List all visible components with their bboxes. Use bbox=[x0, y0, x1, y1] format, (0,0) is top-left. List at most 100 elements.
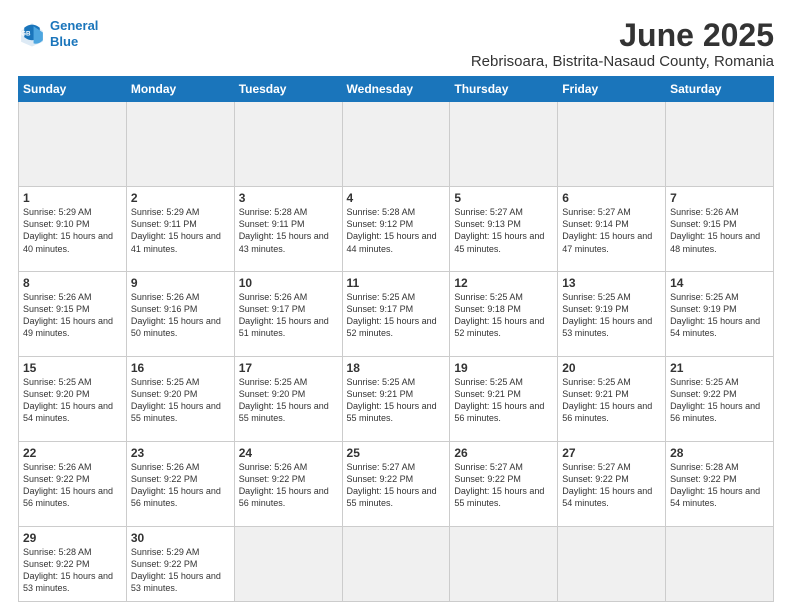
day-number: 22 bbox=[23, 446, 122, 460]
daylight-label: Daylight: 15 hours and 44 minutes. bbox=[347, 231, 437, 253]
table-row: 2 Sunrise: 5:29 AM Sunset: 9:11 PM Dayli… bbox=[126, 187, 234, 272]
day-number: 24 bbox=[239, 446, 338, 460]
sunset-label: Sunset: 9:22 PM bbox=[131, 474, 198, 484]
day-number: 20 bbox=[562, 361, 661, 375]
daylight-label: Daylight: 15 hours and 54 minutes. bbox=[562, 486, 652, 508]
table-row bbox=[450, 102, 558, 187]
header: GB General Blue June 2025 Rebrisoara, Bi… bbox=[18, 18, 774, 70]
calendar-table: Sunday Monday Tuesday Wednesday Thursday… bbox=[18, 76, 774, 602]
sunrise-label: Sunrise: 5:25 AM bbox=[670, 292, 739, 302]
sunset-label: Sunset: 9:22 PM bbox=[562, 474, 629, 484]
table-row bbox=[342, 526, 450, 601]
daylight-label: Daylight: 15 hours and 53 minutes. bbox=[562, 316, 652, 338]
day-number: 9 bbox=[131, 276, 230, 290]
calendar-week-row: 15 Sunrise: 5:25 AM Sunset: 9:20 PM Dayl… bbox=[19, 356, 774, 441]
day-number: 29 bbox=[23, 531, 122, 545]
sunset-label: Sunset: 9:22 PM bbox=[23, 474, 90, 484]
sunset-label: Sunset: 9:22 PM bbox=[454, 474, 521, 484]
daylight-label: Daylight: 15 hours and 40 minutes. bbox=[23, 231, 113, 253]
table-row: 29 Sunrise: 5:28 AM Sunset: 9:22 PM Dayl… bbox=[19, 526, 127, 601]
calendar-week-row: 1 Sunrise: 5:29 AM Sunset: 9:10 PM Dayli… bbox=[19, 187, 774, 272]
day-info: Sunrise: 5:25 AM Sunset: 9:20 PM Dayligh… bbox=[239, 376, 338, 425]
table-row bbox=[558, 102, 666, 187]
sunrise-label: Sunrise: 5:26 AM bbox=[131, 462, 200, 472]
table-row: 30 Sunrise: 5:29 AM Sunset: 9:22 PM Dayl… bbox=[126, 526, 234, 601]
header-thursday: Thursday bbox=[450, 77, 558, 102]
day-number: 18 bbox=[347, 361, 446, 375]
day-number: 21 bbox=[670, 361, 769, 375]
logo-text: General Blue bbox=[50, 18, 98, 49]
day-info: Sunrise: 5:28 AM Sunset: 9:22 PM Dayligh… bbox=[23, 546, 122, 595]
sunset-label: Sunset: 9:21 PM bbox=[454, 389, 521, 399]
sunset-label: Sunset: 9:20 PM bbox=[239, 389, 306, 399]
sunrise-label: Sunrise: 5:26 AM bbox=[23, 292, 92, 302]
daylight-label: Daylight: 15 hours and 55 minutes. bbox=[131, 401, 221, 423]
day-info: Sunrise: 5:26 AM Sunset: 9:17 PM Dayligh… bbox=[239, 291, 338, 340]
table-row: 17 Sunrise: 5:25 AM Sunset: 9:20 PM Dayl… bbox=[234, 356, 342, 441]
day-info: Sunrise: 5:27 AM Sunset: 9:22 PM Dayligh… bbox=[454, 461, 553, 510]
header-tuesday: Tuesday bbox=[234, 77, 342, 102]
table-row: 1 Sunrise: 5:29 AM Sunset: 9:10 PM Dayli… bbox=[19, 187, 127, 272]
table-row: 7 Sunrise: 5:26 AM Sunset: 9:15 PM Dayli… bbox=[666, 187, 774, 272]
sunset-label: Sunset: 9:11 PM bbox=[131, 219, 197, 229]
title-block: June 2025 Rebrisoara, Bistrita-Nasaud Co… bbox=[471, 18, 774, 70]
table-row: 15 Sunrise: 5:25 AM Sunset: 9:20 PM Dayl… bbox=[19, 356, 127, 441]
day-number: 11 bbox=[347, 276, 446, 290]
calendar-subtitle: Rebrisoara, Bistrita-Nasaud County, Roma… bbox=[471, 53, 774, 70]
calendar-week-row: 29 Sunrise: 5:28 AM Sunset: 9:22 PM Dayl… bbox=[19, 526, 774, 601]
sunrise-label: Sunrise: 5:25 AM bbox=[562, 292, 631, 302]
daylight-label: Daylight: 15 hours and 49 minutes. bbox=[23, 316, 113, 338]
table-row bbox=[666, 102, 774, 187]
sunset-label: Sunset: 9:21 PM bbox=[562, 389, 629, 399]
sunrise-label: Sunrise: 5:25 AM bbox=[23, 377, 92, 387]
page: GB General Blue June 2025 Rebrisoara, Bi… bbox=[0, 0, 792, 612]
day-number: 28 bbox=[670, 446, 769, 460]
daylight-label: Daylight: 15 hours and 56 minutes. bbox=[239, 486, 329, 508]
day-info: Sunrise: 5:25 AM Sunset: 9:21 PM Dayligh… bbox=[454, 376, 553, 425]
day-number: 13 bbox=[562, 276, 661, 290]
daylight-label: Daylight: 15 hours and 53 minutes. bbox=[23, 571, 113, 593]
day-info: Sunrise: 5:25 AM Sunset: 9:22 PM Dayligh… bbox=[670, 376, 769, 425]
svg-text:GB: GB bbox=[21, 30, 31, 37]
day-info: Sunrise: 5:25 AM Sunset: 9:21 PM Dayligh… bbox=[562, 376, 661, 425]
daylight-label: Daylight: 15 hours and 55 minutes. bbox=[239, 401, 329, 423]
table-row bbox=[558, 526, 666, 601]
sunrise-label: Sunrise: 5:27 AM bbox=[562, 207, 631, 217]
day-number: 27 bbox=[562, 446, 661, 460]
day-number: 23 bbox=[131, 446, 230, 460]
table-row: 18 Sunrise: 5:25 AM Sunset: 9:21 PM Dayl… bbox=[342, 356, 450, 441]
logo-icon: GB bbox=[18, 20, 46, 48]
table-row: 27 Sunrise: 5:27 AM Sunset: 9:22 PM Dayl… bbox=[558, 441, 666, 526]
day-info: Sunrise: 5:26 AM Sunset: 9:15 PM Dayligh… bbox=[23, 291, 122, 340]
day-number: 8 bbox=[23, 276, 122, 290]
sunrise-label: Sunrise: 5:27 AM bbox=[454, 462, 523, 472]
sunrise-label: Sunrise: 5:28 AM bbox=[347, 207, 416, 217]
sunrise-label: Sunrise: 5:25 AM bbox=[131, 377, 200, 387]
sunset-label: Sunset: 9:12 PM bbox=[347, 219, 414, 229]
table-row: 21 Sunrise: 5:25 AM Sunset: 9:22 PM Dayl… bbox=[666, 356, 774, 441]
day-info: Sunrise: 5:26 AM Sunset: 9:16 PM Dayligh… bbox=[131, 291, 230, 340]
sunset-label: Sunset: 9:22 PM bbox=[23, 559, 90, 569]
calendar-week-row: 22 Sunrise: 5:26 AM Sunset: 9:22 PM Dayl… bbox=[19, 441, 774, 526]
table-row: 10 Sunrise: 5:26 AM Sunset: 9:17 PM Dayl… bbox=[234, 272, 342, 357]
table-row: 13 Sunrise: 5:25 AM Sunset: 9:19 PM Dayl… bbox=[558, 272, 666, 357]
logo: GB General Blue bbox=[18, 18, 98, 49]
daylight-label: Daylight: 15 hours and 55 minutes. bbox=[347, 486, 437, 508]
header-sunday: Sunday bbox=[19, 77, 127, 102]
daylight-label: Daylight: 15 hours and 43 minutes. bbox=[239, 231, 329, 253]
table-row: 19 Sunrise: 5:25 AM Sunset: 9:21 PM Dayl… bbox=[450, 356, 558, 441]
day-info: Sunrise: 5:28 AM Sunset: 9:12 PM Dayligh… bbox=[347, 206, 446, 255]
day-info: Sunrise: 5:25 AM Sunset: 9:20 PM Dayligh… bbox=[23, 376, 122, 425]
day-info: Sunrise: 5:26 AM Sunset: 9:22 PM Dayligh… bbox=[131, 461, 230, 510]
day-number: 5 bbox=[454, 191, 553, 205]
day-number: 16 bbox=[131, 361, 230, 375]
sunrise-label: Sunrise: 5:25 AM bbox=[239, 377, 308, 387]
sunrise-label: Sunrise: 5:28 AM bbox=[239, 207, 308, 217]
sunset-label: Sunset: 9:14 PM bbox=[562, 219, 629, 229]
sunrise-label: Sunrise: 5:29 AM bbox=[131, 547, 200, 557]
header-saturday: Saturday bbox=[666, 77, 774, 102]
day-number: 2 bbox=[131, 191, 230, 205]
daylight-label: Daylight: 15 hours and 54 minutes. bbox=[670, 316, 760, 338]
sunset-label: Sunset: 9:11 PM bbox=[239, 219, 305, 229]
daylight-label: Daylight: 15 hours and 52 minutes. bbox=[347, 316, 437, 338]
